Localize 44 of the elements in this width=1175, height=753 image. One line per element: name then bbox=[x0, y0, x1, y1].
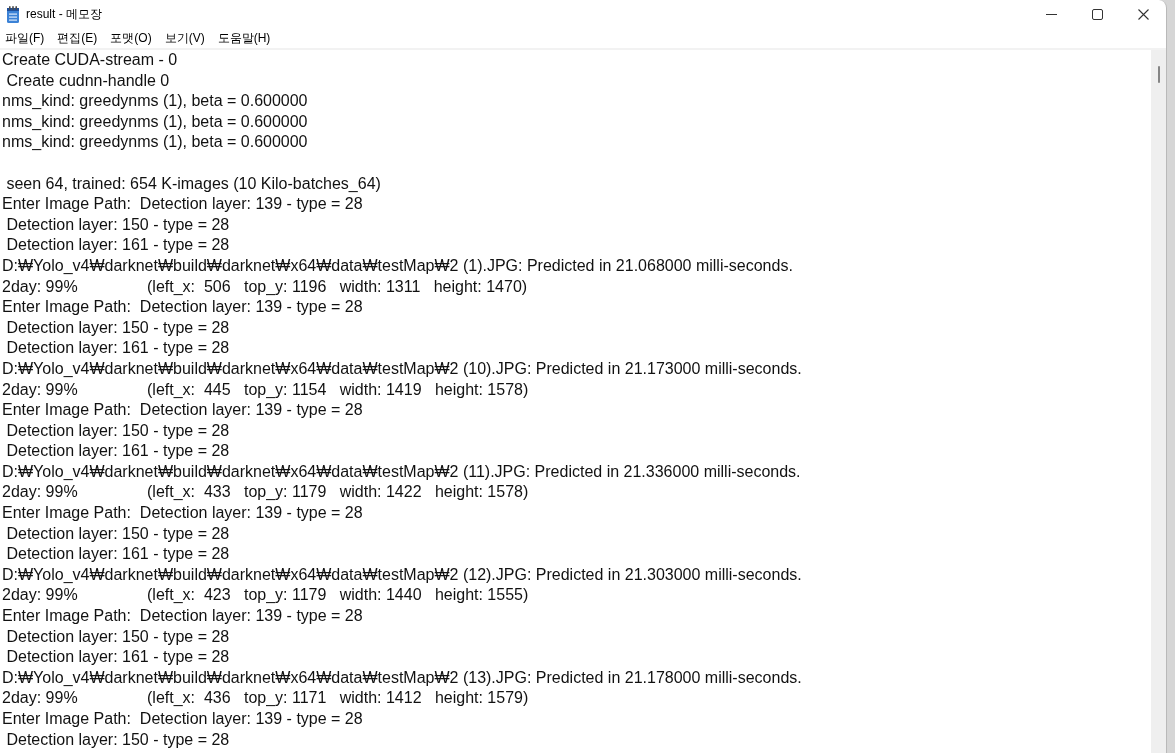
text-line: D:₩Yolo_v4₩darknet₩build₩darknet₩x64₩data₩testMap₩2 (12).JPG: Predicted in 21.303000 milli-seconds. bbox=[2, 564, 802, 585]
text-line: 2day: 99% (left_x: 436 top_y: 1171 width: 1412 height: 1579) bbox=[2, 688, 529, 709]
close-icon bbox=[1137, 8, 1149, 20]
text-line: Create CUDA-stream - 0 bbox=[2, 50, 178, 70]
text-line: Enter Image Path: Detection layer: 139 - type = 28 bbox=[2, 297, 363, 318]
text-line: Enter Image Path: Detection layer: 139 - type = 28 bbox=[2, 606, 363, 627]
text-line: nms_kind: greedynms (1), beta = 0.600000 bbox=[2, 111, 308, 132]
text-line: 2day: 99% (left_x: 423 top_y: 1179 width: 1440 height: 1555) bbox=[2, 585, 529, 606]
text-line: Detection layer: 150 - type = 28 bbox=[5, 420, 230, 441]
text-line: Detection layer: 150 - type = 28 bbox=[5, 317, 230, 338]
text-line: Detection layer: 161 - type = 28 bbox=[5, 544, 230, 565]
text-line: 2day: 99% (left_x: 506 top_y: 1196 width: 1311 height: 1470) bbox=[2, 276, 528, 297]
text-line: Detection layer: 150 - type = 28 bbox=[5, 214, 230, 235]
text-line: Enter Image Path: Detection layer: 139 - type = 28 bbox=[2, 709, 363, 729]
scrollbar-thumb[interactable] bbox=[1157, 66, 1160, 83]
menu-item[interactable]: 편집(E) bbox=[56, 29, 99, 47]
text-line: Enter Image Path: Detection layer: 139 - type = 28 bbox=[2, 400, 363, 421]
menu-item[interactable]: 보기(V) bbox=[163, 29, 206, 47]
maximize-icon bbox=[1091, 8, 1103, 20]
notepad-icon bbox=[6, 5, 20, 23]
menu-item[interactable]: 포맷(O) bbox=[109, 29, 153, 47]
menu-item[interactable]: 파일(F) bbox=[4, 29, 46, 47]
text-line: 2day: 99% (left_x: 445 top_y: 1154 width: 1419 height: 1578) bbox=[2, 379, 529, 400]
text-line: Detection layer: 150 - type = 28 bbox=[5, 523, 230, 544]
text-line: nms_kind: greedynms (1), beta = 0.600000 bbox=[2, 132, 308, 153]
vertical-scrollbar[interactable] bbox=[1151, 50, 1166, 753]
text-line: nms_kind: greedynms (1), beta = 0.600000 bbox=[2, 91, 308, 112]
text-line: D:₩Yolo_v4₩darknet₩build₩darknet₩x64₩data₩testMap₩2 (1).JPG: Predicted in 21.068000 milli-seconds. bbox=[2, 255, 793, 276]
menu-item[interactable]: 도움말(H) bbox=[216, 29, 272, 47]
text-line: Detection layer: 150 - type = 28 bbox=[5, 729, 230, 750]
window-title: result - 메모장 bbox=[26, 5, 102, 23]
text-line: D:₩Yolo_v4₩darknet₩build₩darknet₩x64₩data₩testMap₩2 (10).JPG: Predicted in 21.173000 milli-seconds. bbox=[2, 358, 802, 379]
text-line: D:₩Yolo_v4₩darknet₩build₩darknet₩x64₩data₩testMap₩2 (13).JPG: Predicted in 21.178000 milli-seconds. bbox=[2, 667, 802, 688]
text-line: Detection layer: 161 - type = 28 bbox=[5, 338, 230, 359]
text-line: Detection layer: 150 - type = 28 bbox=[5, 626, 230, 647]
text-line: Create cudnn-handle 0 bbox=[5, 70, 170, 91]
text-line: 2day: 99% (left_x: 433 top_y: 1179 width: 1422 height: 1578) bbox=[2, 482, 529, 503]
text-line: Enter Image Path: Detection layer: 139 - type = 28 bbox=[2, 194, 363, 215]
text-line: Enter Image Path: Detection layer: 139 - type = 28 bbox=[2, 503, 363, 524]
text-line: D:₩Yolo_v4₩darknet₩build₩darknet₩x64₩data₩testMap₩2 (11).JPG: Predicted in 21.336000 milli-seconds. bbox=[2, 461, 801, 482]
text-line: seen 64, trained: 654 K-images (10 Kilo-batches_64) bbox=[5, 173, 381, 194]
text-line: Detection layer: 161 - type = 28 bbox=[5, 647, 230, 668]
text-line: Detection layer: 161 - type = 28 bbox=[5, 441, 230, 462]
text-line: Detection layer: 161 - type = 28 bbox=[5, 235, 230, 256]
